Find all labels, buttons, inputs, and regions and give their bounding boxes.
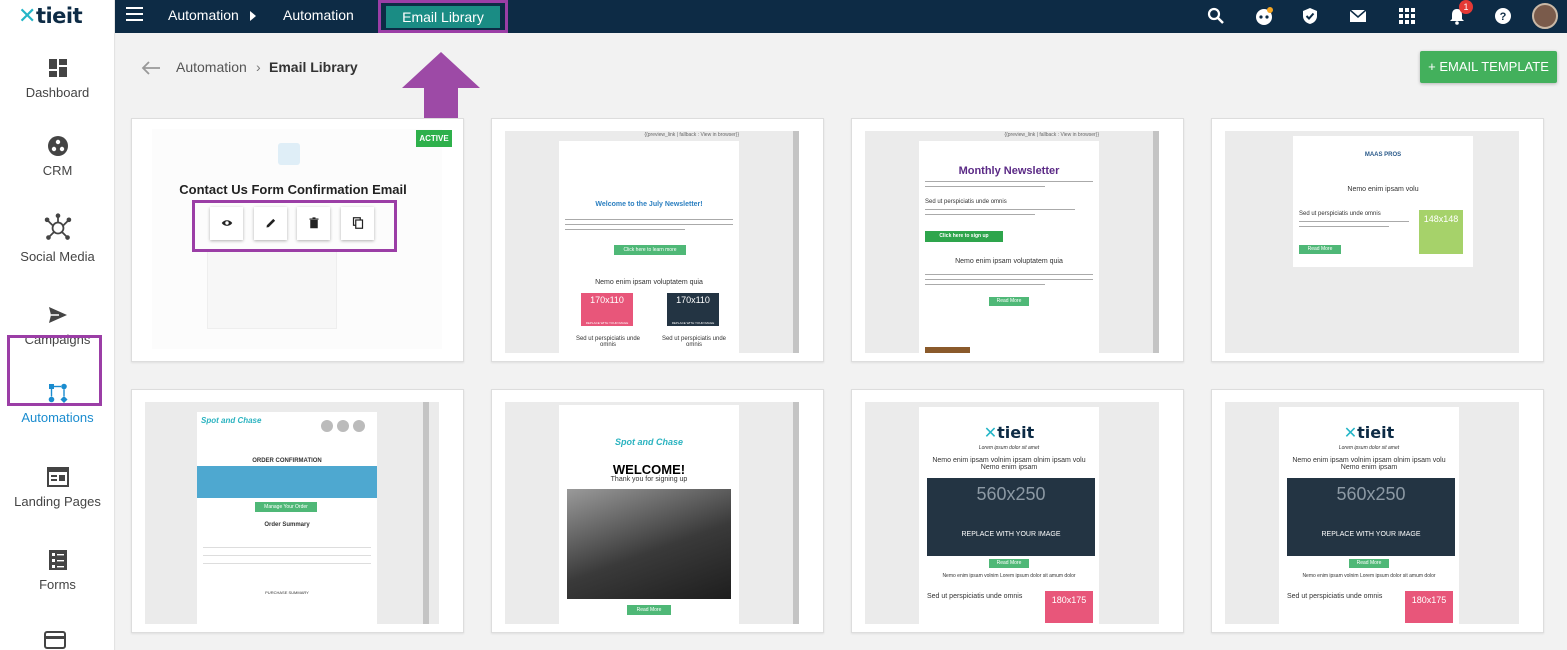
landing-page-icon [46, 467, 69, 487]
sidebar-item-label: CRM [42, 163, 73, 178]
mail-icon[interactable] [1349, 7, 1367, 25]
template-preview: ✕tieit Lorem ipsum dolor sit amet Nemo e… [1225, 402, 1519, 624]
sidebar-item-crm[interactable]: CRM [0, 135, 115, 178]
template-card-maas-pros[interactable]: MAAS PROS Nemo enim ipsam volu Sed ut pe… [1211, 118, 1544, 362]
topnav-crumb-automation-2[interactable]: Automation [283, 7, 354, 23]
breadcrumb-current: Email Library [269, 59, 358, 75]
status-badge-active: ACTIVE [416, 130, 452, 147]
add-email-template-button[interactable]: + EMAIL TEMPLATE [1420, 51, 1557, 83]
annotation-arrow-up-icon [402, 52, 480, 124]
tab-email-library[interactable]: Email Library [378, 0, 508, 33]
sidebar-item-label: Dashboard [25, 85, 90, 100]
menu-icon[interactable] [126, 7, 143, 21]
breadcrumb-separator: › [256, 59, 261, 75]
template-card-tieit-1[interactable]: ✕tieit Lorem ipsum dolor sit amet Nemo e… [851, 389, 1184, 633]
template-card-july-newsletter[interactable]: {{preview_link | fallback : View in brow… [491, 118, 824, 362]
logo: ✕tieit [18, 4, 83, 29]
eye-icon [221, 220, 232, 226]
sidebar-item-social-media[interactable]: Social Media [0, 213, 115, 264]
automation-flow-icon [48, 383, 68, 404]
sidebar-item-forms[interactable]: Forms [0, 549, 115, 592]
notification-badge: 1 [1459, 0, 1473, 14]
social-network-icon [44, 213, 71, 240]
apps-grid-icon[interactable] [1398, 7, 1416, 25]
send-icon [48, 307, 67, 323]
template-card-order-confirmation[interactable]: Spot and Chase ORDER CONFIRMATION Manage… [131, 389, 464, 633]
sidebar-item-label: Social Media [20, 249, 95, 264]
sidebar-item-automations[interactable]: Automations [0, 382, 115, 425]
template-preview: Spot and Chase ORDER CONFIRMATION Manage… [145, 402, 439, 624]
sidebar-item-label: Automations [21, 410, 94, 425]
template-card-tieit-2[interactable]: ✕tieit Lorem ipsum dolor sit amet Nemo e… [1211, 389, 1544, 633]
preview-button[interactable] [210, 207, 243, 240]
template-preview: ✕tieit Lorem ipsum dolor sit amet Nemo e… [865, 402, 1159, 624]
template-preview: MAAS PROS Nemo enim ipsam volu Sed ut pe… [1225, 131, 1519, 353]
sidebar-item-label: Forms [39, 577, 76, 592]
breadcrumb-parent[interactable]: Automation [176, 59, 247, 75]
shield-check-icon[interactable] [1301, 7, 1319, 25]
template-card-welcome[interactable]: Spot and Chase WELCOME! Thank you for si… [491, 389, 824, 633]
help-icon[interactable]: ? [1494, 7, 1512, 25]
sidebar-item-dashboard[interactable]: Dashboard [0, 57, 115, 100]
sidebar-item-landing-pages[interactable]: Landing Pages [0, 466, 115, 509]
caret-right-icon [250, 11, 256, 21]
trash-icon [309, 217, 318, 229]
crm-icon [47, 136, 68, 156]
sidebar-item-label: Landing Pages [14, 494, 101, 509]
template-preview: {{preview_link | fallback : View in brow… [865, 131, 1159, 353]
dashboard-icon [48, 59, 67, 77]
template-preview: {{preview_link | fallback : View in brow… [505, 131, 799, 353]
topnav-crumb-automation[interactable]: Automation [168, 7, 239, 23]
form-icon [48, 550, 67, 570]
copy-icon [352, 217, 363, 229]
bot-icon[interactable] [1254, 6, 1274, 26]
card-title: Contact Us Form Confirmation Email [179, 182, 407, 197]
avatar[interactable] [1532, 3, 1558, 29]
duplicate-button[interactable] [341, 207, 374, 240]
back-arrow-icon[interactable] [140, 60, 162, 76]
svg-text:?: ? [1500, 11, 1507, 23]
delete-button[interactable] [297, 207, 330, 240]
pencil-icon [266, 218, 275, 228]
search-icon[interactable] [1207, 7, 1225, 25]
edit-button[interactable] [254, 207, 287, 240]
template-preview: Spot and Chase WELCOME! Thank you for si… [505, 402, 799, 624]
payment-card-icon[interactable] [44, 631, 66, 649]
logo-area[interactable]: ✕tieit [0, 0, 115, 33]
template-card-monthly-newsletter[interactable]: {{preview_link | fallback : View in brow… [851, 118, 1184, 362]
